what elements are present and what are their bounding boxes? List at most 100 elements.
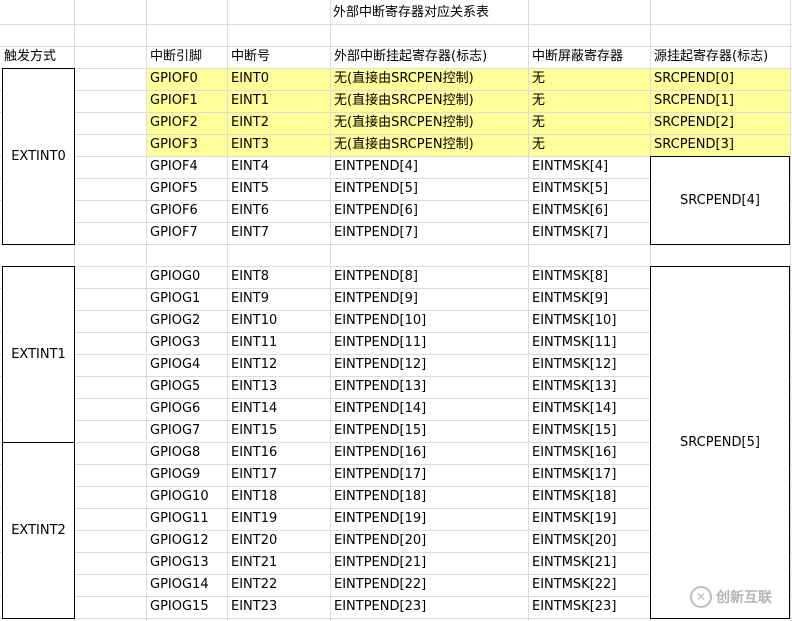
cell-pending: EINTPEND[17] [334,467,427,482]
header-pending: 外部中断挂起寄存器(标志) [334,49,488,64]
merged-label: SRCPEND[5] [680,435,760,450]
cell-mask: 无 [532,93,546,108]
cell-pin: GPIOF0 [150,71,198,86]
cell-pin: GPIOG15 [150,599,209,614]
logo-icon: ✕ [690,586,712,608]
cell-mask: EINTMSK[8] [532,269,609,284]
cell-pending: 无(直接由SRCPEN控制) [334,115,474,130]
cell-pin: GPIOF1 [150,93,198,108]
cell-int-no: EINT14 [231,401,278,416]
cell-int-no: EINT7 [231,225,269,240]
cell-mask: EINTMSK[20] [532,533,617,548]
cell-src-pending: SRCPEND[2] [654,115,734,130]
merged-label: SRCPEND[4] [680,193,760,208]
cell-mask: EINTMSK[5] [532,181,609,196]
cell-mask: EINTMSK[6] [532,203,609,218]
cell-pending: EINTPEND[16] [334,445,427,460]
cell-pending: EINTPEND[5] [334,181,418,196]
cell-int-no: EINT21 [231,555,278,570]
cell-mask: 无 [532,71,546,86]
cell-pin: GPIOG3 [150,335,201,350]
cell-pin: GPIOF4 [150,159,198,174]
cell-pending: EINTPEND[6] [334,203,418,218]
cell-pending: EINTPEND[18] [334,489,427,504]
cell-int-no: EINT19 [231,511,278,526]
cell-int-no: EINT9 [231,291,269,306]
group-label: EXTINT1 [11,347,66,362]
cell-pin: GPIOG13 [150,555,209,570]
cell-int-no: EINT6 [231,203,269,218]
cell-mask: EINTMSK[15] [532,423,617,438]
cell-pending: EINTPEND[20] [334,533,427,548]
cell-mask: 无 [532,137,546,152]
cell-pin: GPIOG10 [150,489,209,504]
cell-mask: EINTMSK[22] [532,577,617,592]
cell-pending: EINTPEND[10] [334,313,427,328]
cell-mask: EINTMSK[11] [532,335,617,350]
cell-pending: EINTPEND[12] [334,357,427,372]
cell-pin: GPIOG2 [150,313,201,328]
cell-int-no: EINT20 [231,533,278,548]
cell-src-pending: SRCPEND[0] [654,71,734,86]
cell-pin: GPIOF6 [150,203,198,218]
cell-int-no: EINT23 [231,599,278,614]
merged-srcpend5: SRCPEND[5] [650,266,790,619]
cell-pending: EINTPEND[7] [334,225,418,240]
cell-pin: GPIOG8 [150,445,201,460]
cell-pin: GPIOG9 [150,467,201,482]
cell-pending: EINTPEND[4] [334,159,418,174]
group-extint2: EXTINT2 [2,442,75,619]
cell-int-no: EINT22 [231,577,278,592]
cell-int-no: EINT17 [231,467,278,482]
group-extint0: EXTINT0 [2,68,75,245]
cell-mask: EINTMSK[19] [532,511,617,526]
header-src-pending: 源挂起寄存器(标志) [654,49,769,64]
cell-pending: EINTPEND[15] [334,423,427,438]
cell-mask: EINTMSK[21] [532,555,617,570]
cell-mask: EINTMSK[12] [532,357,617,372]
sheet-title: 外部中断寄存器对应关系表 [333,5,490,20]
cell-src-pending: SRCPEND[1] [654,93,734,108]
cell-src-pending: SRCPEND[3] [654,137,734,152]
cell-int-no: EINT1 [231,93,269,108]
cell-pin: GPIOG12 [150,533,209,548]
cell-int-no: EINT18 [231,489,278,504]
cell-int-no: EINT15 [231,423,278,438]
cell-pending: 无(直接由SRCPEN控制) [334,93,474,108]
cell-pending: EINTPEND[14] [334,401,427,416]
cell-pin: GPIOG5 [150,379,201,394]
watermark: ✕ 创新互联 [690,586,772,608]
cell-pending: EINTPEND[9] [334,291,418,306]
cell-mask: 无 [532,115,546,130]
cell-pending: EINTPEND[11] [334,335,427,350]
watermark-text: 创新互联 [716,590,772,606]
cell-mask: EINTMSK[14] [532,401,617,416]
cell-mask: EINTMSK[13] [532,379,617,394]
cell-pin: GPIOG14 [150,577,209,592]
header-int-no: 中断号 [231,49,271,64]
cell-pin: GPIOF2 [150,115,198,130]
cell-pending: EINTPEND[21] [334,555,427,570]
group-label: EXTINT2 [11,523,66,538]
cell-mask: EINTMSK[17] [532,467,617,482]
cell-int-no: EINT10 [231,313,278,328]
cell-int-no: EINT5 [231,181,269,196]
spreadsheet: 外部中断寄存器对应关系表 触发方式 中断引脚 中断号 外部中断挂起寄存器(标志)… [0,0,792,621]
cell-mask: EINTMSK[9] [532,291,609,306]
cell-int-no: EINT11 [231,335,278,350]
cell-pin: GPIOG7 [150,423,201,438]
cell-mask: EINTMSK[7] [532,225,609,240]
cell-pending: EINTPEND[13] [334,379,427,394]
cell-pin: GPIOG6 [150,401,201,416]
group-extint1: EXTINT1 [2,266,75,443]
cell-int-no: EINT4 [231,159,269,174]
cell-pin: GPIOF3 [150,137,198,152]
cell-pin: GPIOG1 [150,291,201,306]
header-pin: 中断引脚 [150,49,203,64]
cell-pending: EINTPEND[23] [334,599,427,614]
cell-int-no: EINT8 [231,269,269,284]
header-trigger-mode: 触发方式 [4,49,57,64]
cell-pin: GPIOG11 [150,511,209,526]
grid-line [0,24,792,25]
cell-pin: GPIOF5 [150,181,198,196]
